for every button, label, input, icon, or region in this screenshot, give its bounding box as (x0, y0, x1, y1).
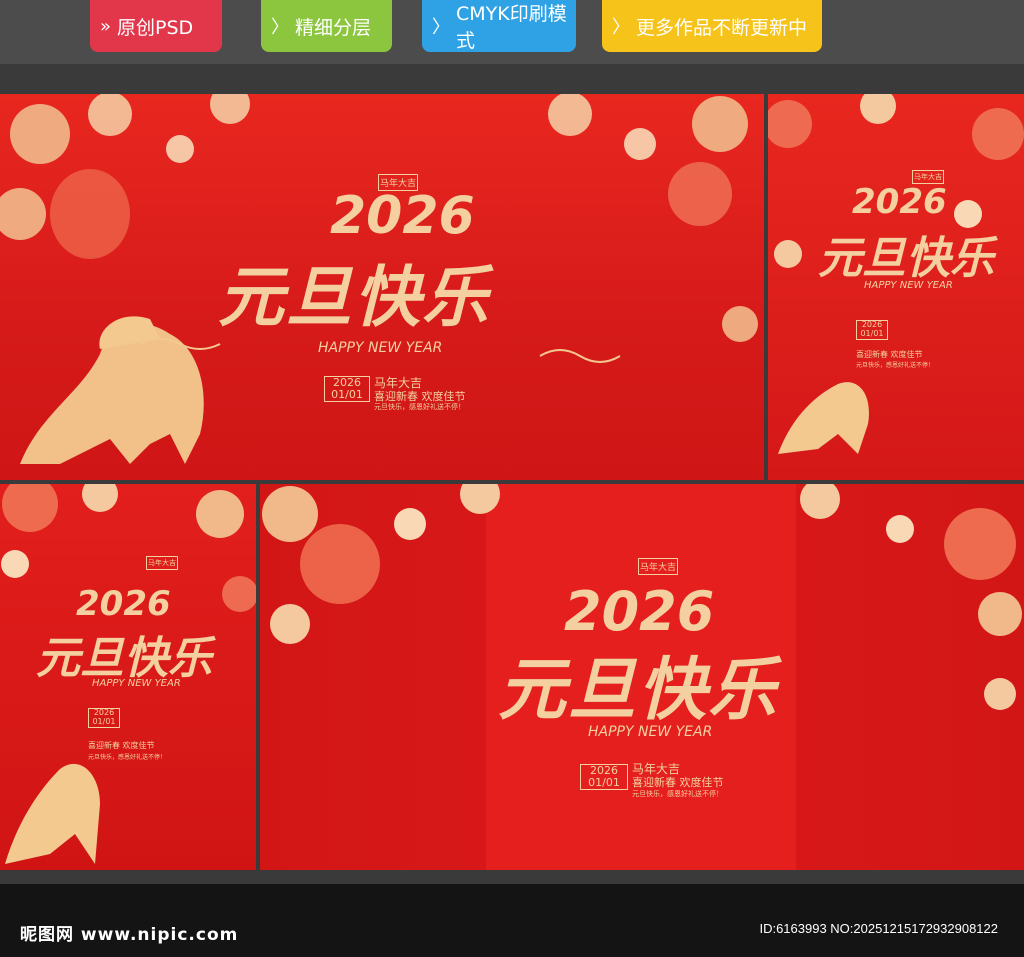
tab-label: 原创PSD (117, 16, 194, 39)
tab-layers[interactable]: 〉 精细分层 (261, 0, 392, 52)
subtitle: HAPPY NEW YEAR (588, 724, 713, 740)
tab-label: CMYK印刷模式 (456, 3, 567, 52)
seal-stamp: 马年大吉 (638, 558, 679, 575)
slogan-2: 喜迎新春 欢度佳节 (88, 741, 155, 750)
tab-label: 精细分层 (295, 16, 372, 39)
year-title: 2026 (76, 584, 171, 624)
date-box: 2026 01/01 (580, 764, 628, 791)
site-watermark[interactable]: 昵图网 www.nipic.com (20, 920, 238, 945)
subtitle: HAPPY NEW YEAR (318, 340, 443, 356)
subtitle: HAPPY NEW YEAR (864, 280, 953, 291)
date-md: 01/01 (331, 388, 363, 402)
main-title: 元旦快乐 (498, 651, 779, 730)
tab-original-psd[interactable]: » 原创PSD (90, 0, 222, 52)
double-chevron-icon: » (100, 15, 112, 37)
chevron-icon: 〉 (432, 17, 450, 38)
poster-wide: 马年大吉 2026 元旦快乐 HAPPY NEW YEAR 2026 01/01… (0, 94, 764, 480)
main-title: 元旦快乐 (218, 259, 490, 336)
year-title: 2026 (330, 186, 475, 246)
slogan-3: 元旦快乐，感恩好礼送不停！ (374, 403, 465, 411)
seal-stamp: 马年大吉 (146, 556, 178, 570)
slogan-3: 元旦快乐，感恩好礼送不停！ (632, 790, 723, 798)
subtitle: HAPPY NEW YEAR (92, 678, 181, 689)
date-box: 2026 01/01 (324, 376, 370, 403)
year-title: 2026 (852, 182, 947, 222)
slogan-2: 喜迎新春 欢度佳节 (632, 776, 724, 789)
poster-portrait: 马年大吉 2026 元旦快乐 HAPPY NEW YEAR 2026 01/01… (0, 484, 256, 870)
tab-cmyk[interactable]: 〉 CMYK印刷模式 (422, 0, 576, 52)
chevron-icon: 〉 (612, 17, 630, 38)
date-md: 01/01 (860, 328, 884, 338)
date-box: 2026 01/01 (88, 708, 120, 728)
image-id: ID:6163993 NO:20251215172932908122 (759, 921, 998, 936)
poster-triptych: 马年大吉 2026 元旦快乐 HAPPY NEW YEAR 2026 01/01… (260, 484, 1024, 870)
top-bar: » 原创PSD 〉 精细分层 〉 CMYK印刷模式 〉 更多作品不断更新中 (0, 0, 1024, 64)
main-title: 元旦快乐 (36, 633, 212, 684)
date-md: 01/01 (92, 716, 116, 726)
slogan-3: 元旦快乐，感恩好礼送不停！ (88, 754, 167, 761)
date-box: 2026 01/01 (856, 320, 888, 340)
chevron-icon: 〉 (271, 17, 289, 38)
slogan-3: 元旦快乐，感恩好礼送不停！ (856, 362, 935, 369)
main-title: 元旦快乐 (818, 233, 994, 284)
tab-more-works[interactable]: 〉 更多作品不断更新中 (602, 0, 822, 52)
date-md: 01/01 (588, 776, 620, 790)
slogan-2: 喜迎新春 欢度佳节 (856, 350, 923, 359)
tab-label: 更多作品不断更新中 (636, 16, 808, 39)
poster-small: 马年大吉 2026 元旦快乐 HAPPY NEW YEAR 2026 01/01… (768, 94, 1024, 480)
